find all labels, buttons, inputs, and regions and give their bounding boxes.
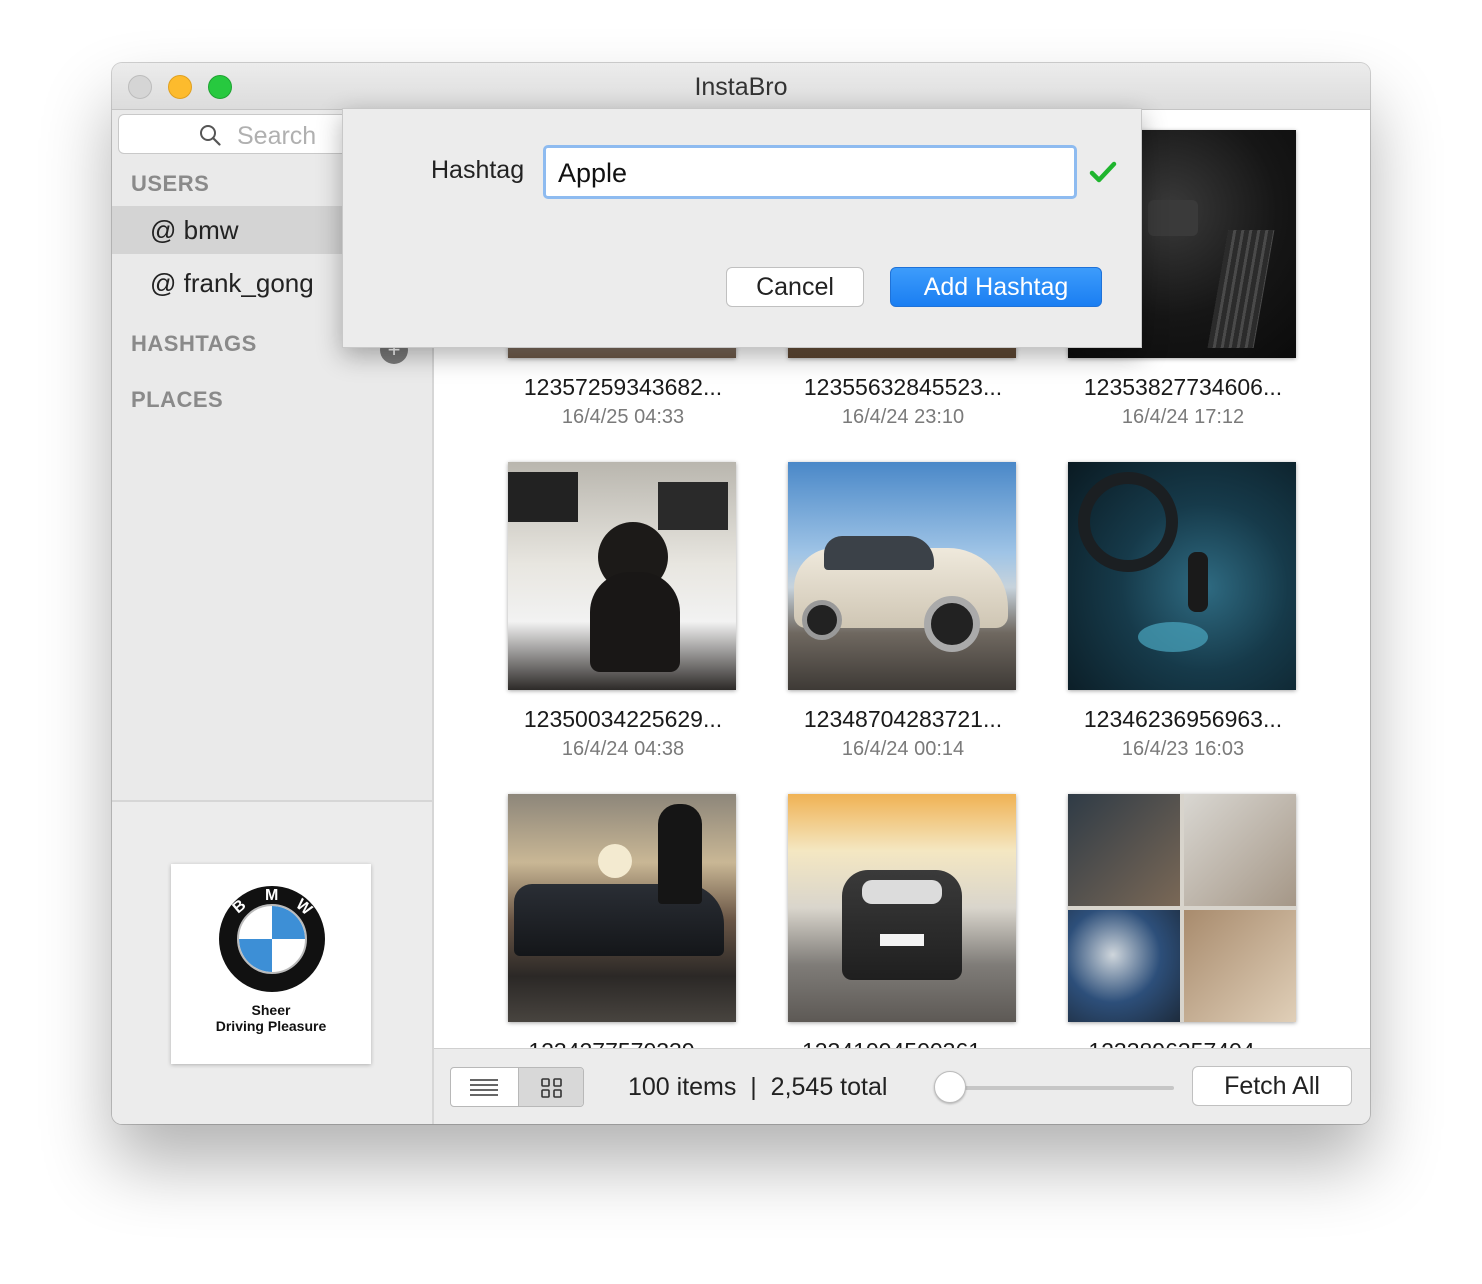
- tile-caption: 12357259343682...: [523, 374, 723, 400]
- thumbnail-image[interactable]: [508, 794, 736, 1022]
- checkmark-icon: [1089, 161, 1117, 183]
- grid-view-button[interactable]: [518, 1068, 583, 1106]
- slider-knob[interactable]: [934, 1071, 966, 1103]
- tile-caption: 12350034225629...: [523, 706, 723, 732]
- tile-date: 16/4/23 16:03: [1121, 738, 1245, 760]
- profile-picture: B M W Sheer Driving Pleasure: [171, 864, 371, 1064]
- tile-date: 16/4/24 04:38: [561, 738, 685, 760]
- window-title: InstaBro: [694, 73, 788, 101]
- grid-view-icon: [541, 1078, 562, 1098]
- status-bar: 100 items | 2,545 total Fetch All: [434, 1048, 1370, 1124]
- profile-tagline-line1: Sheer: [251, 1002, 291, 1018]
- thumbnail-image[interactable]: [508, 462, 736, 690]
- item-count-label: 100 items | 2,545 total: [628, 1073, 888, 1101]
- search-placeholder: Search: [237, 122, 317, 150]
- list-view-button[interactable]: [451, 1068, 517, 1106]
- profile-panel: B M W Sheer Driving Pleasure: [112, 800, 432, 1124]
- sidebar-item-user[interactable]: @ frank_gong: [112, 259, 352, 307]
- thumbnail-size-slider[interactable]: [946, 1086, 1174, 1090]
- hashtag-input-value: Apple: [558, 158, 628, 188]
- thumbnail-image[interactable]: [1068, 462, 1296, 690]
- profile-tagline-line2: Driving Pleasure: [215, 1018, 327, 1034]
- list-view-icon: [470, 1079, 498, 1096]
- tile-date: 16/4/25 04:33: [561, 406, 685, 428]
- section-users-header: USERS: [131, 171, 210, 196]
- app-window: InstaBro Search USERS @ bmw @ frank_gong…: [112, 63, 1370, 1124]
- add-hashtag-button[interactable]: Add Hashtag: [890, 267, 1102, 307]
- tile-date: 16/4/24 17:12: [1121, 406, 1245, 428]
- tile-caption: 1234277570339…: [488, 1038, 758, 1048]
- sidebar-item-label: @ frank_gong: [150, 268, 314, 298]
- hashtag-input[interactable]: Apple: [543, 145, 1077, 199]
- tile-caption: 12355632845523...: [803, 374, 1003, 400]
- tile-caption: 12346236956963...: [1083, 706, 1283, 732]
- tile-date: 16/4/24 00:14: [841, 738, 965, 760]
- add-hashtag-sheet: Hashtag Apple Cancel Add Hashtag: [342, 108, 1142, 348]
- title-bar[interactable]: InstaBro: [112, 63, 1370, 110]
- sidebar-item-user[interactable]: @ bmw: [112, 206, 352, 254]
- tile-date: 16/4/24 23:10: [841, 406, 965, 428]
- thumbnail-image[interactable]: [1068, 794, 1296, 1022]
- search-icon: [200, 125, 221, 146]
- view-mode-segmented-control[interactable]: [450, 1067, 584, 1107]
- section-places-header: PLACES: [131, 387, 224, 412]
- thumbnail-image[interactable]: [788, 462, 1016, 690]
- tile-caption: 12353827734606...: [1083, 374, 1283, 400]
- bmw-logo: B M W: [219, 886, 325, 992]
- thumbnail-image[interactable]: [788, 794, 1016, 1022]
- cancel-button[interactable]: Cancel: [726, 267, 864, 307]
- tile-caption: 12341094500361…: [768, 1038, 1038, 1048]
- tile-caption: 12348704283721...: [803, 706, 1003, 732]
- tile-caption: 1233896357404…: [1048, 1038, 1318, 1048]
- hashtag-label: Hashtag: [431, 156, 525, 184]
- fetch-all-button[interactable]: Fetch All: [1192, 1066, 1352, 1106]
- sidebar-item-label: @ bmw: [150, 215, 239, 245]
- logo-letter: M: [265, 887, 278, 904]
- section-hashtags-header: HASHTAGS: [131, 331, 257, 356]
